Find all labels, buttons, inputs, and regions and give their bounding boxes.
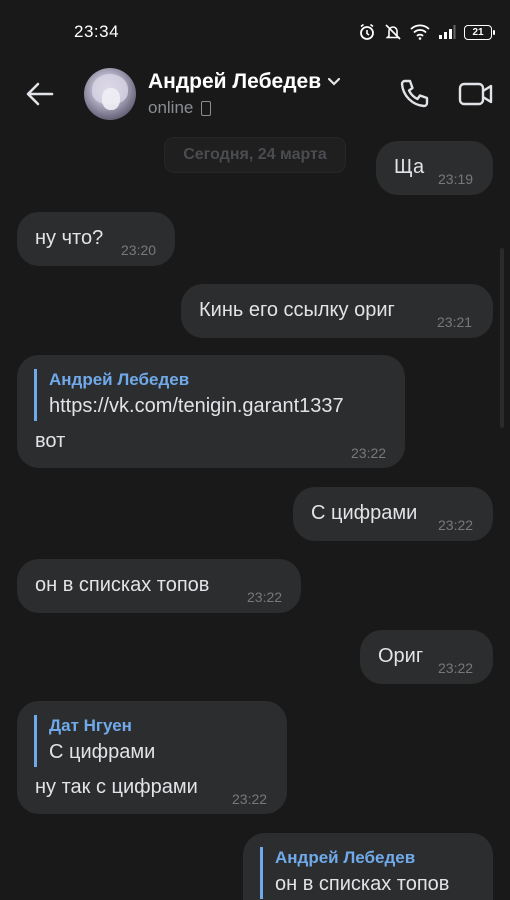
message-time: 23:22	[247, 589, 283, 605]
message-time: 23:22	[232, 791, 268, 807]
message-time: 23:19	[438, 171, 474, 187]
phone-icon	[400, 79, 429, 108]
scrollbar[interactable]	[500, 248, 504, 428]
message-time: 23:22	[438, 517, 474, 533]
reply-quote[interactable]: Дат Нгуен С цифрами	[34, 715, 155, 767]
reply-quote[interactable]: Андрей Лебедев https://vk.com/tenigin.ga…	[34, 369, 344, 421]
mobile-device-icon	[201, 100, 212, 116]
video-call-button[interactable]	[456, 74, 496, 114]
message-text: С цифрами	[311, 502, 418, 524]
mute-icon	[385, 24, 401, 40]
status-bar: 23:34 21	[0, 0, 510, 62]
chevron-down-icon	[328, 77, 341, 86]
message-time: 23:22	[438, 660, 474, 676]
wifi-icon	[410, 24, 430, 40]
message-bubble-incoming[interactable]: Дат Нгуен С цифрами ну так с цифрами 23:…	[17, 701, 287, 814]
message-bubble-outgoing[interactable]: Ща 23:19	[376, 141, 493, 195]
reply-author: Дат Нгуен	[49, 716, 132, 735]
contact-name[interactable]: Андрей Лебедев	[148, 70, 341, 94]
battery-icon: 21	[464, 24, 495, 40]
status-icons: 21	[358, 22, 495, 42]
online-status-label: online	[148, 98, 194, 117]
message-bubble-incoming[interactable]: ну что? 23:20	[17, 212, 175, 266]
message-bubble-outgoing[interactable]: Ориг 23:22	[360, 630, 493, 684]
contact-status: online	[148, 98, 212, 118]
reply-text: https://vk.com/tenigin.garant1337	[49, 395, 344, 417]
avatar[interactable]	[84, 68, 136, 120]
signal-icon	[439, 25, 456, 39]
message-bubble-outgoing[interactable]: С цифрами 23:22	[293, 487, 493, 541]
reply-author: Андрей Лебедев	[275, 848, 416, 867]
message-text: Кинь его ссылку ориг	[199, 299, 395, 321]
message-text: вот	[35, 430, 66, 452]
message-time: 23:21	[437, 314, 473, 330]
reply-text: он в списках топов	[275, 873, 450, 895]
chat-header: Андрей Лебедев online	[0, 62, 510, 128]
message-text: ну что?	[35, 227, 104, 249]
message-text: Ориг	[378, 645, 424, 667]
call-button[interactable]	[394, 74, 434, 114]
back-button[interactable]	[20, 74, 60, 114]
alarm-icon	[360, 23, 374, 40]
status-time: 23:34	[74, 22, 120, 41]
reply-text: С цифрами	[49, 741, 156, 763]
back-arrow-icon	[26, 82, 54, 106]
message-bubble-incoming[interactable]: Андрей Лебедев https://vk.com/tenigin.ga…	[17, 355, 405, 468]
message-time: 23:22	[351, 445, 387, 461]
message-time: 23:20	[121, 242, 157, 258]
message-bubble-incoming[interactable]: он в списках топов 23:22	[17, 559, 301, 613]
reply-author: Андрей Лебедев	[49, 370, 190, 389]
date-divider: Сегодня, 24 марта	[164, 137, 346, 173]
message-text: ну так с цифрами	[35, 776, 198, 798]
message-text: Ща	[394, 156, 425, 178]
message-list[interactable]: Сегодня, 24 марта Ща 23:19 ну что? 23:20…	[0, 128, 510, 900]
contact-name-label: Андрей Лебедев	[148, 70, 322, 93]
message-bubble-outgoing[interactable]: Кинь его ссылку ориг 23:21	[181, 284, 493, 338]
message-text: он в списках топов	[35, 574, 210, 596]
message-bubble-outgoing[interactable]: Андрей Лебедев он в списках топов	[243, 833, 493, 900]
video-camera-icon	[458, 82, 493, 106]
reply-quote[interactable]: Андрей Лебедев он в списках топов	[260, 847, 449, 899]
